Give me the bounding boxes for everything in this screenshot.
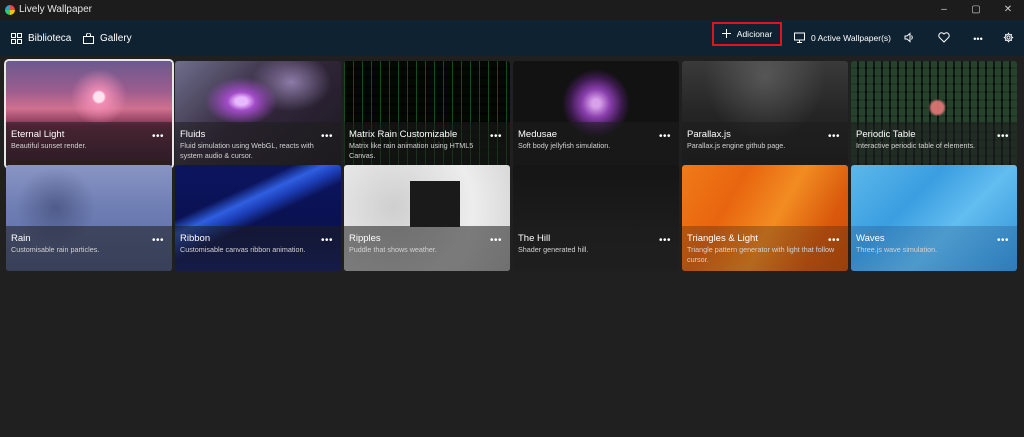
gear-icon (1003, 30, 1014, 48)
wallpaper-card[interactable]: Waves Three.js wave simulation. ••• (851, 165, 1017, 271)
active-wallpapers-button[interactable]: 0 Active Wallpaper(s) (794, 29, 891, 47)
wallpaper-title: Ripples (349, 233, 381, 244)
nav-library[interactable]: Biblioteca (11, 29, 71, 47)
window-title: Lively Wallpaper (19, 4, 92, 15)
wallpaper-description: Triangle pattern generator with light th… (687, 245, 835, 264)
wallpaper-description: Three.js wave simulation. (856, 245, 938, 254)
nav-gallery-label: Gallery (100, 32, 132, 44)
monitor-icon (794, 32, 805, 45)
more-icon: ••• (973, 34, 983, 44)
wallpaper-title: Waves (856, 233, 885, 244)
card-more-button[interactable]: ••• (152, 236, 164, 246)
nav-library-label: Biblioteca (28, 32, 72, 44)
plus-icon (721, 28, 731, 40)
nav-gallery[interactable]: Gallery (83, 29, 132, 47)
wallpaper-card[interactable]: Triangles & Light Triangle pattern gener… (682, 165, 848, 271)
card-more-button[interactable]: ••• (490, 236, 502, 246)
wallpaper-description: Shader generated hill. (518, 245, 589, 254)
wallpaper-description: Parallax.js engine github page. (687, 141, 786, 150)
wallpaper-card[interactable]: The Hill Shader generated hill. ••• (513, 165, 679, 271)
wallpaper-description: Interactive periodic table of elements. (856, 141, 976, 150)
wallpaper-title: Rain (11, 233, 31, 244)
wallpaper-title: Periodic Table (856, 129, 916, 140)
wallpaper-description: Fluid simulation using WebGL, reacts wit… (180, 141, 314, 160)
card-more-button[interactable]: ••• (659, 132, 671, 142)
wallpaper-card[interactable]: Fluids Fluid simulation using WebGL, rea… (175, 61, 341, 167)
more-options-button[interactable]: ••• (970, 31, 986, 47)
card-more-button[interactable]: ••• (828, 132, 840, 142)
wallpaper-card[interactable]: Ribbon Customisable canvas ribbon animat… (175, 165, 341, 271)
wallpaper-description: Beautiful sunset render. (11, 141, 87, 150)
wallpaper-title: Medusae (518, 129, 558, 140)
card-more-button[interactable]: ••• (997, 236, 1009, 246)
wallpaper-title: Fluids (180, 129, 206, 140)
maximize-button[interactable]: ▢ (960, 0, 992, 20)
wallpaper-card[interactable]: Medusae Soft body jellyfish simulation. … (513, 61, 679, 167)
heart-icon (938, 30, 950, 48)
top-bar: Biblioteca Gallery 0 Active Wallpaper(s)… (0, 20, 1024, 56)
grid-icon (11, 32, 22, 44)
wallpaper-title: The Hill (518, 233, 551, 244)
wallpaper-title: Eternal Light (11, 129, 65, 140)
add-wallpaper-button[interactable]: Adicionar (712, 22, 782, 46)
wallpaper-card[interactable]: Matrix Rain Customizable Matrix like rai… (344, 61, 510, 167)
wallpaper-card[interactable]: Parallax.js Parallax.js engine github pa… (682, 61, 848, 167)
wallpaper-description: Customisable rain particles. (11, 245, 100, 254)
add-wallpaper-label: Adicionar (736, 29, 773, 39)
wallpaper-description: Soft body jellyfish simulation. (518, 141, 611, 150)
wallpaper-card[interactable]: Eternal Light Beautiful sunset render. •… (6, 61, 172, 167)
card-more-button[interactable]: ••• (490, 132, 502, 142)
app-logo-icon (5, 5, 15, 15)
minimize-button[interactable]: – (928, 0, 960, 20)
wallpaper-description: Puddle that shows weather. (349, 245, 437, 254)
title-bar: Lively Wallpaper – ▢ ✕ (0, 0, 1024, 20)
wallpaper-description: Matrix like rain animation using HTML5 C… (349, 141, 474, 160)
wallpaper-title: Ribbon (180, 233, 211, 244)
active-wallpapers-label: 0 Active Wallpaper(s) (811, 33, 891, 43)
wallpaper-card[interactable]: Rain Customisable rain particles. ••• (6, 165, 172, 271)
shopping-bag-icon (83, 32, 94, 44)
wallpaper-title: Matrix Rain Customizable (349, 129, 458, 140)
wallpaper-card[interactable]: Ripples Puddle that shows weather. ••• (344, 165, 510, 271)
card-more-button[interactable]: ••• (659, 236, 671, 246)
wallpaper-title: Parallax.js (687, 129, 731, 140)
favorite-button[interactable] (936, 31, 952, 47)
card-more-button[interactable]: ••• (321, 132, 333, 142)
close-button[interactable]: ✕ (992, 0, 1024, 20)
speaker-icon (904, 30, 915, 48)
card-more-button[interactable]: ••• (152, 132, 164, 142)
wallpaper-title: Triangles & Light (687, 233, 758, 244)
volume-button[interactable] (901, 31, 917, 47)
wallpaper-description: Customisable canvas ribbon animation. (180, 245, 306, 254)
settings-button[interactable] (1000, 31, 1016, 47)
card-more-button[interactable]: ••• (828, 236, 840, 246)
card-more-button[interactable]: ••• (997, 132, 1009, 142)
wallpaper-card[interactable]: Periodic Table Interactive periodic tabl… (851, 61, 1017, 167)
card-more-button[interactable]: ••• (321, 236, 333, 246)
